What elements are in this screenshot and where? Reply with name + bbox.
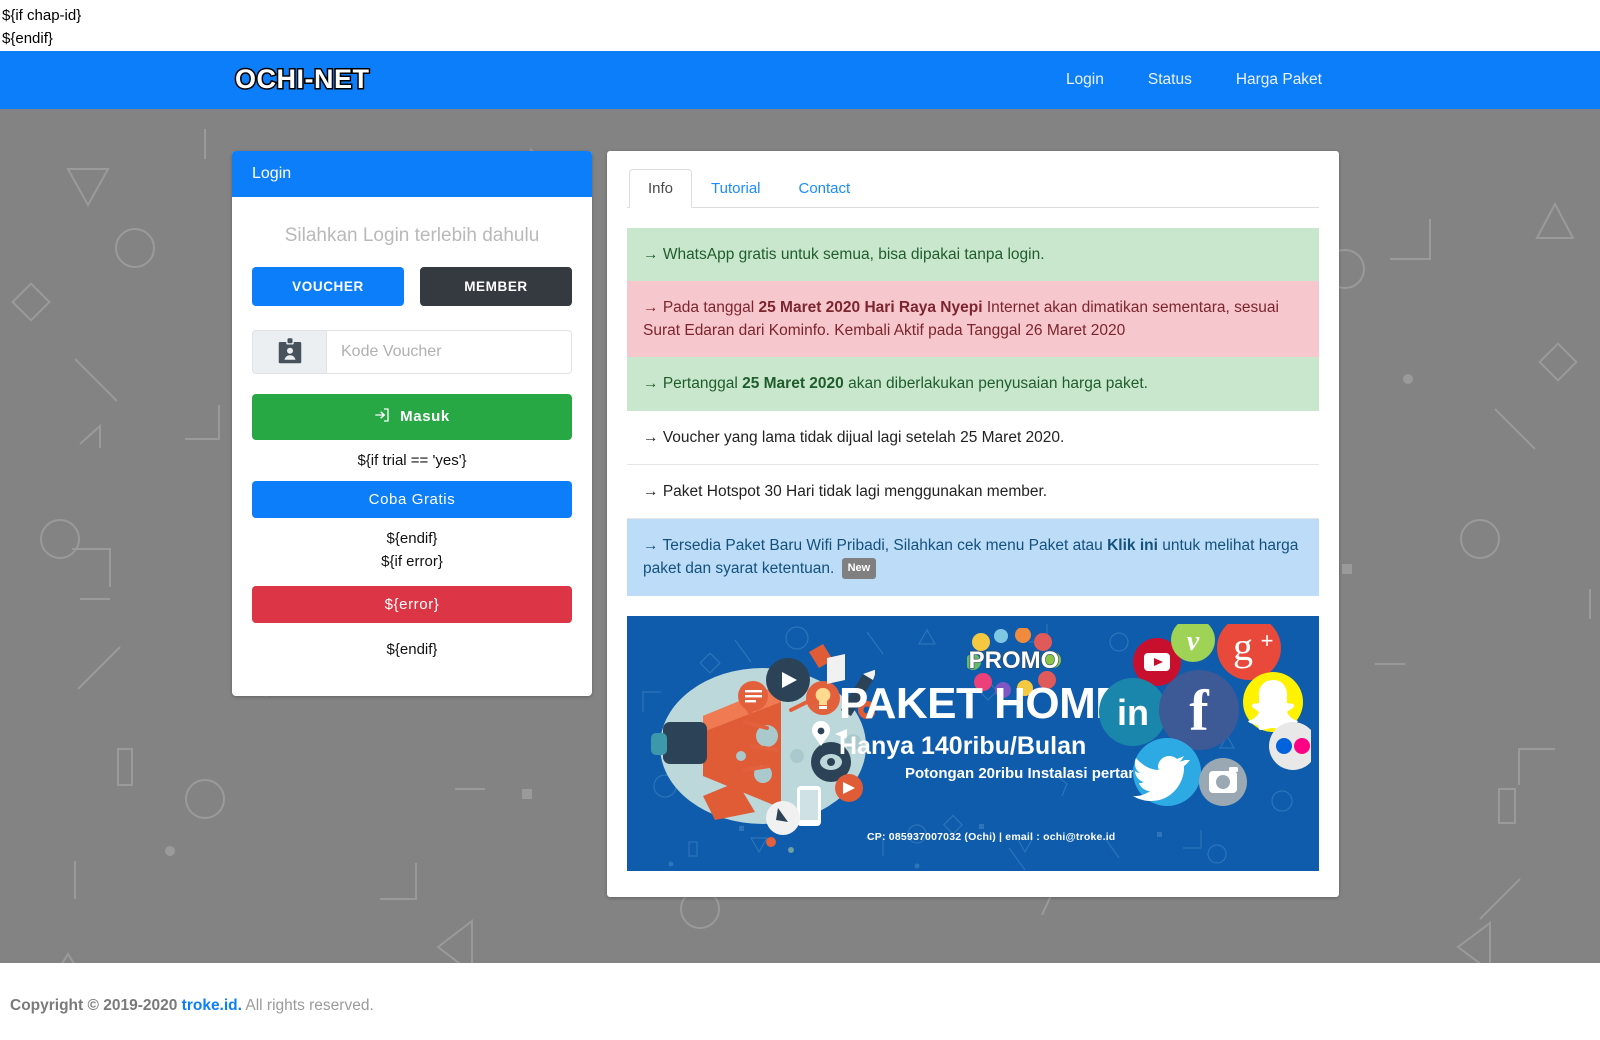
page-body: Login Silahkan Login terlebih dahulu VOU… — [0, 108, 1600, 963]
svg-text:f: f — [1189, 678, 1209, 743]
tab-info[interactable]: Info — [629, 168, 693, 208]
announcement-text: akan diberlakukan penyusaian harga paket… — [843, 375, 1148, 393]
announcement-emphasis[interactable]: 25 Maret 2020 — [742, 375, 844, 392]
svg-text:v: v — [1187, 626, 1200, 657]
template-if-error: ${if error} — [381, 552, 443, 570]
new-badge: New — [841, 558, 877, 579]
member-tab-button[interactable]: MEMBER — [420, 266, 572, 306]
info-card: Info Tutorial Contact → WhatsApp gratis … — [607, 150, 1339, 897]
announcement-text: Tersedia Paket Baru Wifi Pribadi, Silahk… — [662, 537, 1108, 554]
template-endif-chap-id: ${endif} — [2, 30, 53, 48]
copyright-text: Copyright © 2019-2020 troke.id. All righ… — [10, 997, 374, 1015]
arrow-right-icon: → — [643, 428, 663, 446]
login-mode-toggle: VOUCHER MEMBER — [252, 266, 572, 306]
top-navbar: OCHI-NET Login Status Harga Paket — [0, 50, 1600, 109]
submit-login-button[interactable]: Masuk — [252, 393, 572, 440]
announcement-text: Voucher yang lama tidak dijual lagi sete… — [662, 428, 1065, 446]
main-container: Login Silahkan Login terlebih dahulu VOU… — [0, 109, 1600, 897]
sign-in-icon — [374, 407, 390, 427]
free-trial-button[interactable]: Coba Gratis — [252, 480, 572, 518]
voucher-input-group — [252, 329, 572, 374]
submit-login-label: Masuk — [400, 408, 450, 425]
tab-contact[interactable]: Contact — [780, 169, 870, 208]
announcement-text: Pertanggal — [662, 375, 743, 393]
template-if-chap-id: ${if chap-id} — [2, 7, 82, 24]
login-card: Login Silahkan Login terlebih dahulu VOU… — [232, 150, 592, 696]
svg-text:g: g — [1233, 624, 1253, 669]
announcement-emphasis[interactable]: 25 Maret 2020 Hari Raya Nyepi — [758, 299, 982, 316]
error-message-box: ${error} — [252, 585, 572, 623]
voucher-tab-button[interactable]: VOUCHER — [252, 266, 404, 306]
banner-contact-info: CP: 085937007032 (Ochi) | email : ochi@t… — [867, 830, 1116, 843]
template-endif-trial: ${endif} — [386, 529, 438, 547]
arrow-right-icon: → — [643, 537, 663, 554]
announcement-text: Pada tanggal — [662, 298, 759, 316]
nav-item-harga-paket[interactable]: Harga Paket — [1236, 71, 1322, 89]
troke-link[interactable]: troke.id. — [182, 997, 242, 1014]
copyright-suffix: All rights reserved. — [241, 996, 374, 1014]
twitter-icon — [1133, 737, 1201, 806]
google-plus-icon: g + — [1217, 623, 1281, 680]
svg-text:+: + — [1261, 628, 1274, 653]
arrow-right-icon: → — [643, 482, 663, 500]
announcement-item: → Voucher yang lama tidak dijual lagi se… — [627, 410, 1319, 465]
arrow-right-icon: → — [643, 245, 663, 263]
announcement-item: → Tersedia Paket Baru Wifi Pribadi, Sila… — [627, 519, 1319, 596]
announcement-item: → Pertanggal 25 Maret 2020 akan diberlak… — [627, 357, 1319, 411]
primary-nav: Login Status Harga Paket — [1066, 71, 1322, 89]
promo-banner[interactable]: PROMO PAKET HOME Hanya 140ribu/Bulan Pot… — [627, 615, 1319, 871]
announcement-item: → Paket Hotspot 30 Hari tidak lagi mengg… — [627, 464, 1319, 519]
linkedin-icon: in — [1099, 677, 1167, 746]
login-card-header: Login — [232, 150, 592, 197]
template-debris-top: ${if chap-id} ${endif} — [0, 0, 1600, 51]
login-subtitle: Silahkan Login terlebih dahulu — [284, 224, 540, 246]
arrow-right-icon: → — [643, 298, 663, 316]
arrow-right-icon: → — [643, 375, 663, 393]
nav-item-login[interactable]: Login — [1066, 71, 1104, 89]
page-footer: Copyright © 2019-2020 troke.id. All righ… — [0, 962, 1600, 1040]
announcement-emphasis[interactable]: Klik ini — [1107, 537, 1158, 554]
template-endif-error: ${endif} — [386, 640, 438, 658]
instagram-icon — [1199, 757, 1247, 806]
announcement-text: WhatsApp gratis untuk semua, bisa dipaka… — [662, 245, 1045, 263]
template-if-trial: ${if trial == 'yes'} — [357, 451, 467, 469]
announcement-item: → WhatsApp gratis untuk semua, bisa dipa… — [627, 227, 1319, 281]
social-icons-cluster: v g + in f — [1099, 623, 1311, 806]
announcement-item: → Pada tanggal 25 Maret 2020 Hari Raya N… — [627, 280, 1319, 358]
tab-tutorial[interactable]: Tutorial — [692, 169, 779, 208]
nav-item-status[interactable]: Status — [1148, 71, 1192, 89]
id-badge-icon — [252, 329, 326, 374]
svg-text:in: in — [1117, 692, 1149, 733]
login-card-body: Silahkan Login terlebih dahulu VOUCHER M… — [232, 197, 592, 696]
info-tabs: Info Tutorial Contact — [627, 168, 1319, 208]
voucher-code-input[interactable] — [326, 329, 572, 374]
svg-text:PROMO: PROMO — [969, 647, 1060, 674]
announcement-list: → WhatsApp gratis untuk semua, bisa dipa… — [627, 227, 1319, 596]
announcement-text: Paket Hotspot 30 Hari tidak lagi menggun… — [662, 482, 1048, 500]
copyright-prefix: Copyright © 2019-2020 — [10, 996, 182, 1014]
facebook-icon: f — [1159, 669, 1239, 750]
site-logo[interactable]: OCHI-NET — [234, 63, 371, 96]
